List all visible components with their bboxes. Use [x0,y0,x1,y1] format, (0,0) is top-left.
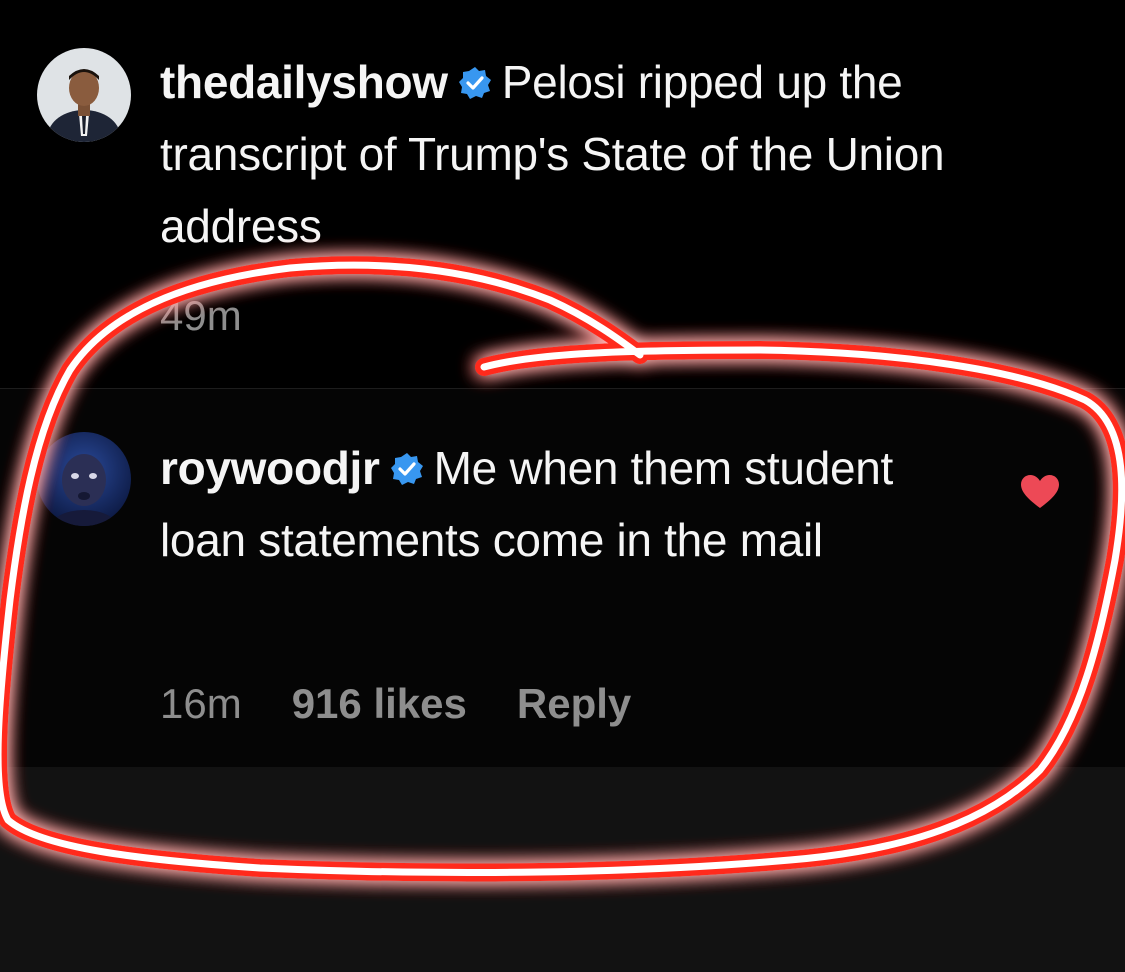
comment-list-continuation [0,767,1125,972]
roywoodjr-avatar[interactable] [37,432,131,526]
reply-button[interactable]: Reply [517,680,631,727]
comment-meta: 16m 916 likes Reply [160,680,681,728]
heart-icon[interactable] [1020,474,1060,510]
comment-username[interactable]: roywoodjr [160,442,380,494]
thedailyshow-avatar[interactable] [37,48,131,142]
comment-text-block: roywoodjr Me when them student loan state… [160,432,990,576]
verified-badge-icon [390,452,424,486]
verified-badge-icon [458,66,492,100]
caption-username[interactable]: thedailyshow [160,56,448,108]
caption-text-block: thedailyshow Pelosi ripped up the transcr… [160,46,1030,262]
caption-timestamp: 49m [160,292,242,339]
comment-likes-count[interactable]: 916 likes [292,680,467,727]
comment-timestamp: 16m [160,680,242,727]
avatar-image [37,48,131,142]
avatar-image [37,432,131,526]
caption-meta: 49m [160,292,292,340]
